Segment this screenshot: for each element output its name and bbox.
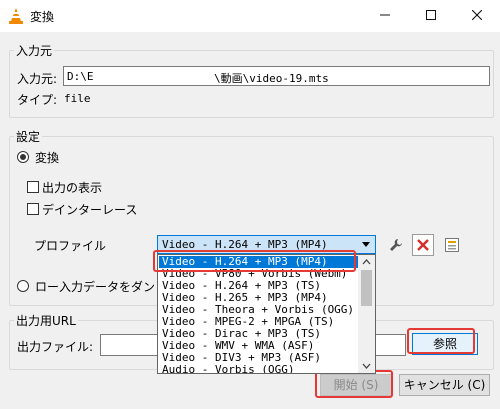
source-input-label: 入力元: bbox=[17, 72, 58, 86]
start-highlight bbox=[315, 370, 393, 398]
source-path-field[interactable]: D:\E \動画\video-19.mts bbox=[63, 66, 490, 86]
maximize-icon bbox=[426, 10, 436, 20]
output-file-field[interactable] bbox=[100, 334, 158, 356]
convert-radio[interactable] bbox=[17, 151, 29, 163]
settings-group-label: 設定 bbox=[14, 128, 43, 145]
profile-option[interactable]: Video - H.265 + MP3 (MP4) bbox=[159, 292, 360, 304]
show-output-label: 出力の表示 bbox=[42, 181, 103, 195]
wrench-icon bbox=[390, 239, 402, 251]
source-path-start: D:\E bbox=[67, 70, 94, 83]
selected-option-highlight bbox=[153, 250, 356, 272]
dropdown-scrollbar[interactable] bbox=[358, 255, 375, 373]
delete-profile-button[interactable] bbox=[412, 234, 434, 256]
close-icon bbox=[471, 9, 483, 21]
profile-label: プロファイル bbox=[34, 239, 107, 253]
window-title: 変換 bbox=[30, 10, 55, 24]
close-button[interactable] bbox=[454, 0, 500, 32]
title-bar[interactable]: 変換 bbox=[0, 0, 500, 32]
deinterlace-checkbox[interactable] bbox=[27, 203, 39, 215]
scroll-thumb[interactable] bbox=[361, 270, 372, 306]
convert-radio-label: 変換 bbox=[35, 151, 60, 165]
maximize-button[interactable] bbox=[408, 0, 454, 32]
scroll-up-icon bbox=[362, 259, 371, 265]
profile-option[interactable]: Video - Theora + Vorbis (OGG) bbox=[159, 304, 360, 316]
dump-raw-label: ロー入力データをダン bbox=[35, 280, 156, 294]
profile-option[interactable]: Audio - Vorbis (OGG) bbox=[159, 364, 360, 373]
profile-option[interactable]: Video - MPEG-2 + MPGA (TS) bbox=[159, 316, 360, 328]
chevron-down-icon bbox=[362, 242, 370, 247]
vlc-cone-icon bbox=[9, 8, 23, 24]
new-profile-icon bbox=[445, 238, 459, 252]
deinterlace-label: デインターレース bbox=[42, 203, 138, 217]
profile-option[interactable]: Video - DIV3 + MP3 (ASF) bbox=[159, 352, 360, 364]
type-label: タイプ: bbox=[17, 93, 58, 107]
profile-option[interactable]: Video - WMV + WMA (ASF) bbox=[159, 340, 360, 352]
cancel-button[interactable]: キャンセル (C) bbox=[399, 374, 490, 396]
show-output-checkbox[interactable] bbox=[27, 181, 39, 193]
output-file-field-end[interactable] bbox=[375, 334, 406, 356]
delete-x-icon bbox=[417, 239, 429, 251]
scroll-down-icon bbox=[362, 363, 371, 369]
browse-highlight bbox=[407, 328, 475, 354]
source-group-label: 入力元 bbox=[14, 42, 55, 59]
dump-raw-radio[interactable] bbox=[17, 280, 29, 292]
profile-option[interactable]: Video - H.264 + MP3 (TS) bbox=[159, 280, 360, 292]
new-profile-button[interactable] bbox=[441, 234, 463, 256]
edit-profile-button[interactable] bbox=[385, 234, 407, 256]
source-path-end: \動画\video-19.mts bbox=[214, 72, 329, 85]
minimize-icon bbox=[380, 14, 390, 16]
minimize-button[interactable] bbox=[362, 0, 408, 32]
destination-group-label: 出力用URL bbox=[14, 312, 78, 329]
type-value: file bbox=[64, 92, 91, 105]
profile-option[interactable]: Video - Dirac + MP3 (TS) bbox=[159, 328, 360, 340]
profile-dropdown-list[interactable]: Video - H.264 + MP3 (MP4) Video - VP80 +… bbox=[157, 254, 376, 374]
output-file-label: 出力ファイル: bbox=[17, 340, 94, 354]
